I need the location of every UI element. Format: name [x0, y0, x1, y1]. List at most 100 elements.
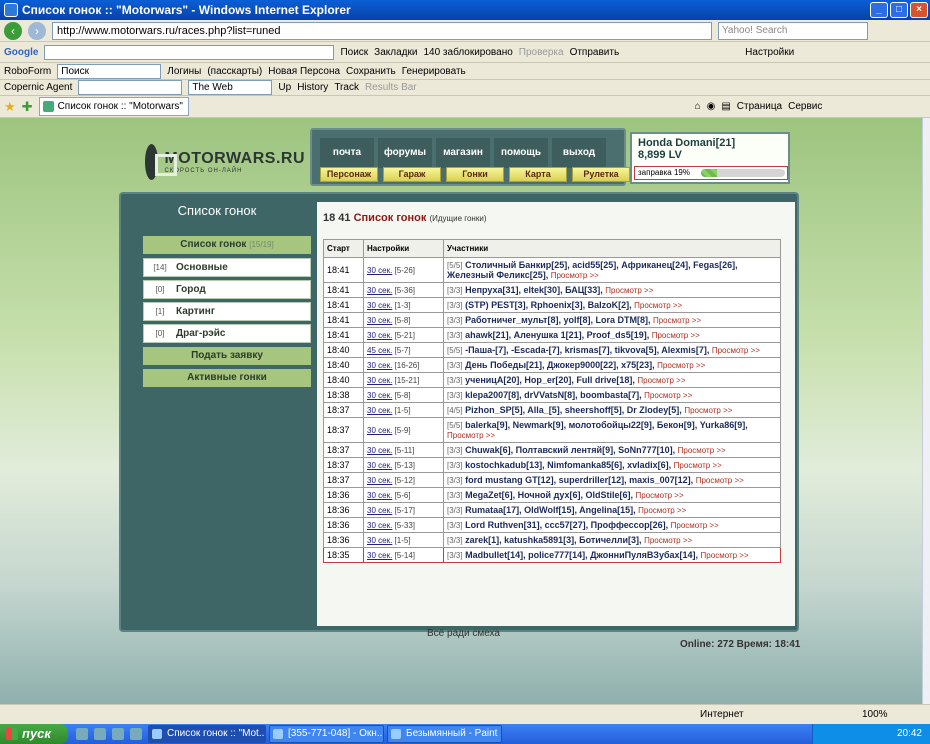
task-icq[interactable]: [355-771-048] - Окн...	[269, 725, 384, 743]
back-icon[interactable]: ‹	[4, 21, 22, 40]
favorites-star-icon[interactable]: ★	[4, 99, 16, 115]
view-race-link[interactable]: Просмотр >>	[653, 316, 701, 325]
race-duration-link[interactable]: 30 сек.	[367, 376, 392, 385]
participant-names[interactable]: Chuwak[6], Полтавский лентяй[9], SoNn777…	[465, 445, 675, 455]
logins-button[interactable]: Логины	[167, 66, 201, 77]
participant-names[interactable]: Madbullet[14], police777[14], ДжонниПуля…	[465, 550, 698, 560]
maximize-button[interactable]: □	[890, 2, 908, 18]
track-button[interactable]: Track	[334, 82, 359, 93]
participant-names[interactable]: ученицА[20], Hop_er[20], Full drive[18],	[465, 375, 635, 385]
view-race-link[interactable]: Просмотр >>	[674, 461, 722, 470]
copernic-search-input[interactable]	[78, 80, 183, 95]
add-favorite-icon[interactable]: ✚	[22, 99, 33, 115]
race-duration-link[interactable]: 30 сек.	[367, 536, 392, 545]
participant-names[interactable]: (STP) PEST[3], Rphoenix[3], BalzoK[2],	[465, 300, 632, 310]
race-duration-link[interactable]: 30 сек.	[367, 426, 392, 435]
menu-shop[interactable]: магазин	[436, 138, 490, 168]
bookmarks-button[interactable]: Закладки	[374, 47, 417, 58]
race-duration-link[interactable]: 30 сек.	[367, 391, 392, 400]
race-duration-link[interactable]: 30 сек.	[367, 461, 392, 470]
menu-map[interactable]: Карта	[509, 167, 567, 182]
participant-names[interactable]: Непруха[31], eltek[30], БАЦ[33],	[465, 285, 603, 295]
new-person-button[interactable]: Новая Персона	[268, 66, 340, 77]
history-button[interactable]: History	[297, 82, 328, 93]
google-search-input[interactable]	[44, 45, 335, 60]
race-duration-link[interactable]: 45 сек.	[367, 346, 392, 355]
race-duration-link[interactable]: 30 сек.	[367, 446, 392, 455]
participant-names[interactable]: MegaZet[6], Ночной дух[6], OldStile[6],	[465, 490, 633, 500]
yahoo-search-input[interactable]: Yahoo! Search	[718, 21, 868, 40]
menu-character[interactable]: Персонаж	[320, 167, 378, 182]
races-list-header[interactable]: Список гонок [15/19]	[143, 236, 311, 254]
results-bar-button[interactable]: Results Bar	[365, 82, 417, 93]
zoom-level[interactable]: 100%	[862, 706, 888, 724]
category-city[interactable]: [0] Город	[143, 280, 311, 299]
participant-names[interactable]: balerka[9], Newmark[9], молотобойцы22[9]…	[465, 420, 748, 430]
print-icon[interactable]: ▤	[721, 101, 730, 112]
participant-names[interactable]: -Паша-[7], -Escada-[7], krismas[7], tikv…	[465, 345, 709, 355]
web-scope-select[interactable]: The Web	[188, 80, 273, 95]
view-race-link[interactable]: Просмотр >>	[701, 551, 749, 560]
popup-blocked-count[interactable]: 140 заблокировано	[423, 47, 512, 58]
tab-motorwars[interactable]: Список гонок :: "Motorwars"	[38, 97, 189, 116]
participant-names[interactable]: День Победы[21], Джокер9000[22], x75[23]…	[465, 360, 655, 370]
roboform-brand[interactable]: RoboForm	[4, 66, 51, 77]
category-karting[interactable]: [1] Картинг	[143, 302, 311, 321]
menu-roulette[interactable]: Рулетка	[572, 167, 630, 182]
race-duration-link[interactable]: 30 сек.	[367, 551, 392, 560]
menu-forums[interactable]: форумы	[378, 138, 432, 168]
quick-launch-icon[interactable]	[112, 728, 124, 740]
menu-help[interactable]: помощь	[494, 138, 548, 168]
minimize-button[interactable]: _	[870, 2, 888, 18]
quick-launch-icon[interactable]	[94, 728, 106, 740]
site-logo[interactable]: MOTORWARS.RU СКОРОСТЬ ОН-ЛАЙН	[145, 140, 305, 184]
race-duration-link[interactable]: 30 сек.	[367, 491, 392, 500]
home-icon[interactable]: ⌂	[695, 101, 701, 112]
menu-races[interactable]: Гонки	[446, 167, 504, 182]
participant-names[interactable]: zarek[1], katushka5891[3], Ботичелли[3],	[465, 535, 641, 545]
race-duration-link[interactable]: 30 сек.	[367, 301, 392, 310]
category-drag[interactable]: [0] Драг-рэйс	[143, 324, 311, 343]
race-duration-link[interactable]: 30 сек.	[367, 476, 392, 485]
page-menu[interactable]: Страница	[737, 101, 782, 112]
participant-names[interactable]: kostochkadub[13], Nimfomanka85[6], xvlad…	[465, 460, 671, 470]
task-paint[interactable]: Безымянный - Paint	[387, 725, 502, 743]
service-menu[interactable]: Сервис	[788, 101, 822, 112]
view-race-link[interactable]: Просмотр >>	[684, 406, 732, 415]
up-button[interactable]: Up	[278, 82, 291, 93]
quick-launch-icon[interactable]	[130, 728, 142, 740]
view-race-link[interactable]: Просмотр >>	[671, 521, 719, 530]
roboform-search-input[interactable]: Поиск	[57, 63, 162, 79]
active-races-button[interactable]: Активные гонки	[143, 369, 311, 387]
participant-names[interactable]: Работничег_мульт[8], yolf[8], Lora DTM[8…	[465, 315, 650, 325]
race-duration-link[interactable]: 30 сек.	[367, 316, 392, 325]
view-race-link[interactable]: Просмотр >>	[634, 301, 682, 310]
save-button[interactable]: Сохранить	[346, 66, 396, 77]
participant-names[interactable]: Rumataa[17], OldWolf[15], Angelina[15],	[465, 505, 636, 515]
view-race-link[interactable]: Просмотр >>	[652, 331, 700, 340]
race-duration-link[interactable]: 30 сек.	[367, 406, 392, 415]
google-search-button[interactable]: Поиск	[340, 47, 368, 58]
quick-launch-icon[interactable]	[76, 728, 88, 740]
view-race-link[interactable]: Просмотр >>	[644, 536, 692, 545]
participant-names[interactable]: ahawk[21], Аленушка 1[21], Proof_ds5[19]…	[465, 330, 649, 340]
rss-icon[interactable]: ◉	[707, 101, 716, 112]
settings-button[interactable]: Настройки	[745, 47, 794, 58]
menu-exit[interactable]: выход	[552, 138, 606, 168]
participant-names[interactable]: Lord Ruthven[31], ccc57[27], Проффессор[…	[465, 520, 668, 530]
participant-names[interactable]: Pizhon_SP[5], Alla_[5], sheershoff[5], D…	[465, 405, 682, 415]
send-button[interactable]: Отправить	[570, 47, 620, 58]
generate-button[interactable]: Генерировать	[402, 66, 466, 77]
view-race-link[interactable]: Просмотр >>	[447, 431, 495, 440]
view-race-link[interactable]: Просмотр >>	[636, 491, 684, 500]
view-race-link[interactable]: Просмотр >>	[605, 286, 653, 295]
view-race-link[interactable]: Просмотр >>	[696, 476, 744, 485]
race-duration-link[interactable]: 30 сек.	[367, 331, 392, 340]
race-duration-link[interactable]: 30 сек.	[367, 286, 392, 295]
participant-names[interactable]: ford mustang GT[12], superdriller[12], m…	[465, 475, 693, 485]
menu-garage[interactable]: Гараж	[383, 167, 441, 182]
race-duration-link[interactable]: 30 сек.	[367, 266, 392, 275]
view-race-link[interactable]: Просмотр >>	[644, 391, 692, 400]
url-input[interactable]: http://www.motorwars.ru/races.php?list=r…	[52, 21, 712, 40]
race-duration-link[interactable]: 30 сек.	[367, 506, 392, 515]
